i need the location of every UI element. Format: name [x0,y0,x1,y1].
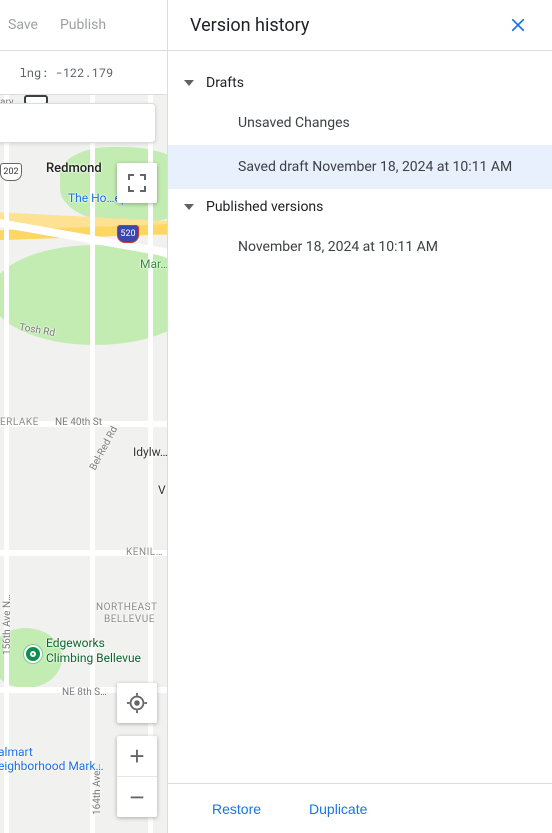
section-published-label: Published versions [206,199,323,215]
map-road-ne8: NE 8th S… [62,687,107,698]
coords-bar: 641 lng: -122.179 [0,51,167,95]
lng-label: lng: [20,65,49,81]
map-poi-edgeworks-1[interactable]: Edgeworks [46,636,105,650]
map-label-v: V [158,483,166,497]
map-area-erlake: ERLAKE [0,417,39,428]
fullscreen-icon [128,174,146,192]
version-history-panel: Version history Drafts Unsaved Changes S… [167,0,552,833]
section-drafts-header[interactable]: Drafts [168,65,552,101]
restore-button[interactable]: Restore [212,801,261,817]
section-drafts-label: Drafts [206,75,244,91]
map-poi-edgeworks-2[interactable]: Climbing Bellevue [46,651,141,665]
map-area-ne-bellevue-1: NORTHEAST [96,602,158,613]
caret-down-icon [184,80,194,86]
caret-down-icon [184,204,194,210]
hwy-shield-520-icon: 520 [117,225,139,243]
poi-marker-icon[interactable] [24,645,42,663]
zoom-control: + − [117,736,157,817]
map-label-idylw: Idylw… [133,445,167,459]
map-road-ne40: NE 40th St [55,417,102,428]
map-poi-walmart-2[interactable]: eighborhood Mark… [0,759,104,773]
map-viewport[interactable]: ary Redmond The Ho…ep… 520 202 Mar… Tosh… [0,95,167,833]
version-item-published[interactable]: November 18, 2024 at 10:11 AM [168,225,552,269]
map-poi-walmart-1[interactable]: almart [0,745,33,759]
section-published-header[interactable]: Published versions [168,189,552,225]
map-area-ne-bellevue-2: BELLEVUE [104,614,155,625]
panel-title: Version history [190,15,309,36]
lng-group: lng: -122.179 [20,65,114,81]
map-road-156: 156th Ave N… [2,594,13,655]
panel-footer: Restore Duplicate [168,783,552,833]
zoom-out-button[interactable]: − [117,777,157,817]
panel-header: Version history [168,0,552,51]
map-area-kenil: KENIL… [126,547,163,558]
recenter-button[interactable] [117,683,157,723]
save-button[interactable]: Save [8,17,38,33]
lng-value: -122.179 [56,65,114,81]
floating-card[interactable] [0,103,156,143]
map-label-marymoor: Mar… [140,257,167,271]
duplicate-button[interactable]: Duplicate [309,801,367,817]
target-icon [126,692,148,714]
zoom-in-button[interactable]: + [117,736,157,777]
hwy-shield-202-icon: 202 [0,163,22,181]
top-toolbar: Save Publish [0,0,167,51]
close-button[interactable] [506,13,530,37]
map-label-redmond: Redmond [46,161,102,176]
panel-body: Drafts Unsaved Changes Saved draft Novem… [168,51,552,783]
publish-button[interactable]: Publish [60,17,106,33]
version-item-unsaved[interactable]: Unsaved Changes [168,101,552,145]
fullscreen-button[interactable] [117,163,157,203]
version-item-saved-draft[interactable]: Saved draft November 18, 2024 at 10:11 A… [168,145,552,189]
close-icon [509,16,527,34]
